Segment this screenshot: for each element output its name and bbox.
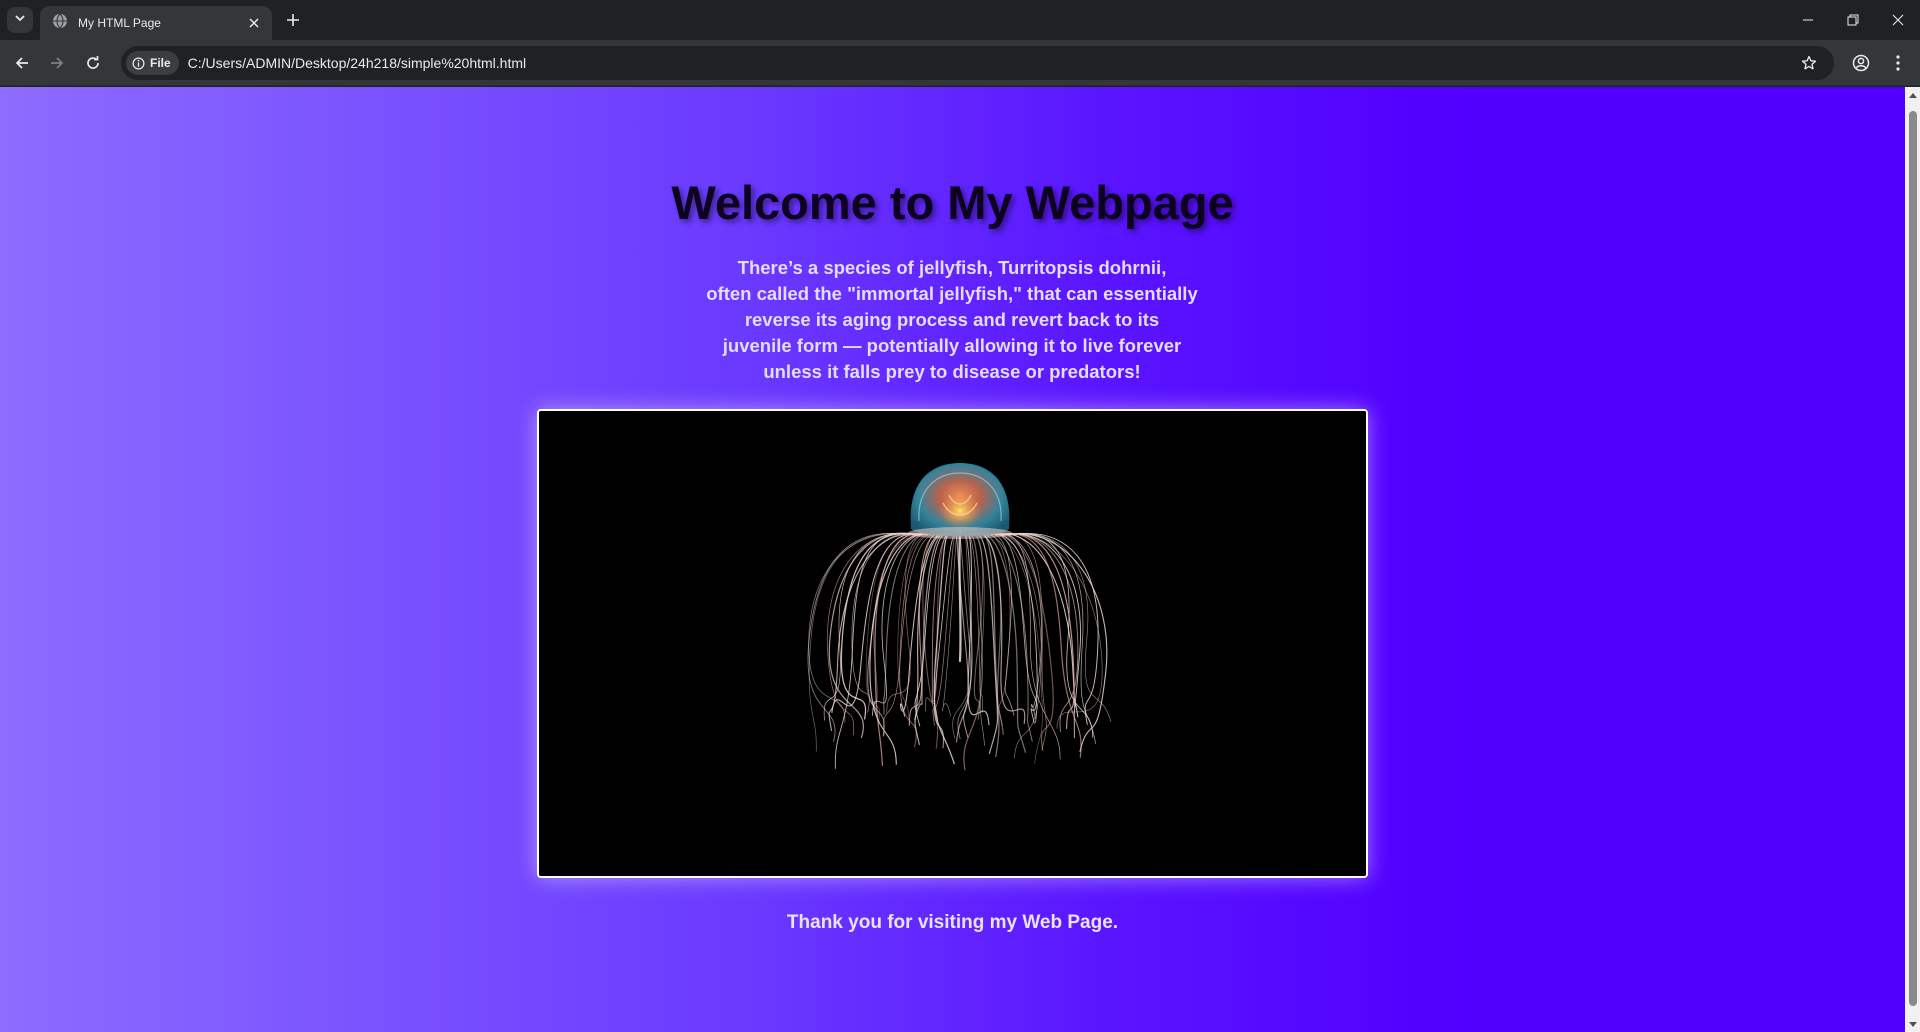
footer-message: Thank you for visiting my Web Page.: [786, 912, 1119, 933]
paragraph-line: reverse its aging process and revert bac…: [744, 309, 1160, 330]
tab-search-button[interactable]: [7, 7, 33, 33]
forward-arrow-icon: [51, 57, 64, 69]
tab-close-button[interactable]: [246, 15, 262, 31]
browser-toolbar: File C:/Users/ADMIN/Desktop/24h218/simpl…: [0, 40, 1920, 86]
star-icon: [1801, 55, 1817, 70]
back-arrow-icon: [15, 57, 28, 69]
page-viewport: Welcome to My Webpage There’s a species …: [0, 87, 1905, 1032]
tab-title: My HTML Page: [78, 16, 161, 30]
scroll-down-button[interactable]: [1905, 1017, 1920, 1032]
address-bar[interactable]: File C:/Users/ADMIN/Desktop/24h218/simpl…: [121, 46, 1834, 80]
arrow-up-icon: [1908, 92, 1917, 98]
profile-button[interactable]: [1847, 49, 1875, 77]
page-paragraph: There’s a species of jellyfish, Turritop…: [652, 255, 1252, 385]
page-scrollbar[interactable]: [1905, 87, 1920, 1032]
minimize-button[interactable]: [1785, 0, 1830, 40]
restore-button[interactable]: [1830, 0, 1875, 40]
arrow-down-icon: [1908, 1021, 1917, 1027]
close-icon: [249, 18, 259, 28]
tab-strip: My HTML Page: [0, 0, 1920, 40]
new-tab-button[interactable]: [282, 9, 304, 31]
menu-button[interactable]: [1884, 49, 1912, 77]
reload-button[interactable]: [79, 49, 107, 77]
scheme-label: File: [150, 56, 171, 70]
globe-icon: [52, 13, 68, 34]
page-heading: Welcome to My Webpage: [671, 176, 1234, 229]
bookmark-button[interactable]: [1798, 52, 1820, 74]
chevron-down-icon: [14, 11, 26, 29]
scroll-up-button[interactable]: [1905, 87, 1920, 102]
jellyfish-image: [537, 409, 1368, 878]
url-text[interactable]: C:/Users/ADMIN/Desktop/24h218/simple%20h…: [188, 55, 526, 71]
plus-icon: [287, 14, 299, 26]
scroll-thumb[interactable]: [1909, 111, 1917, 1006]
kebab-menu-icon: [1896, 55, 1900, 71]
forward-button[interactable]: [43, 49, 71, 77]
active-tab[interactable]: My HTML Page: [40, 6, 272, 40]
jellyfish-illustration: [539, 411, 1366, 876]
manubrium: [958, 529, 962, 663]
restore-icon: [1847, 14, 1858, 26]
back-button[interactable]: [8, 49, 36, 77]
window-close-button[interactable]: [1875, 0, 1920, 40]
window-controls: [1785, 0, 1920, 40]
paragraph-line: often called the "immortal jellyfish," t…: [706, 283, 1198, 304]
paragraph-line: unless it falls prey to disease or preda…: [763, 361, 1141, 382]
minimize-icon: [1802, 19, 1813, 21]
paragraph-line: juvenile form — potentially allowing it …: [722, 335, 1182, 356]
reload-icon: [87, 56, 99, 69]
paragraph-line: There’s a species of jellyfish, Turritop…: [737, 257, 1167, 278]
window-close-icon: [1892, 14, 1903, 26]
info-icon: [132, 57, 145, 69]
profile-icon: [1852, 54, 1870, 72]
site-info-chip[interactable]: File: [126, 51, 179, 75]
